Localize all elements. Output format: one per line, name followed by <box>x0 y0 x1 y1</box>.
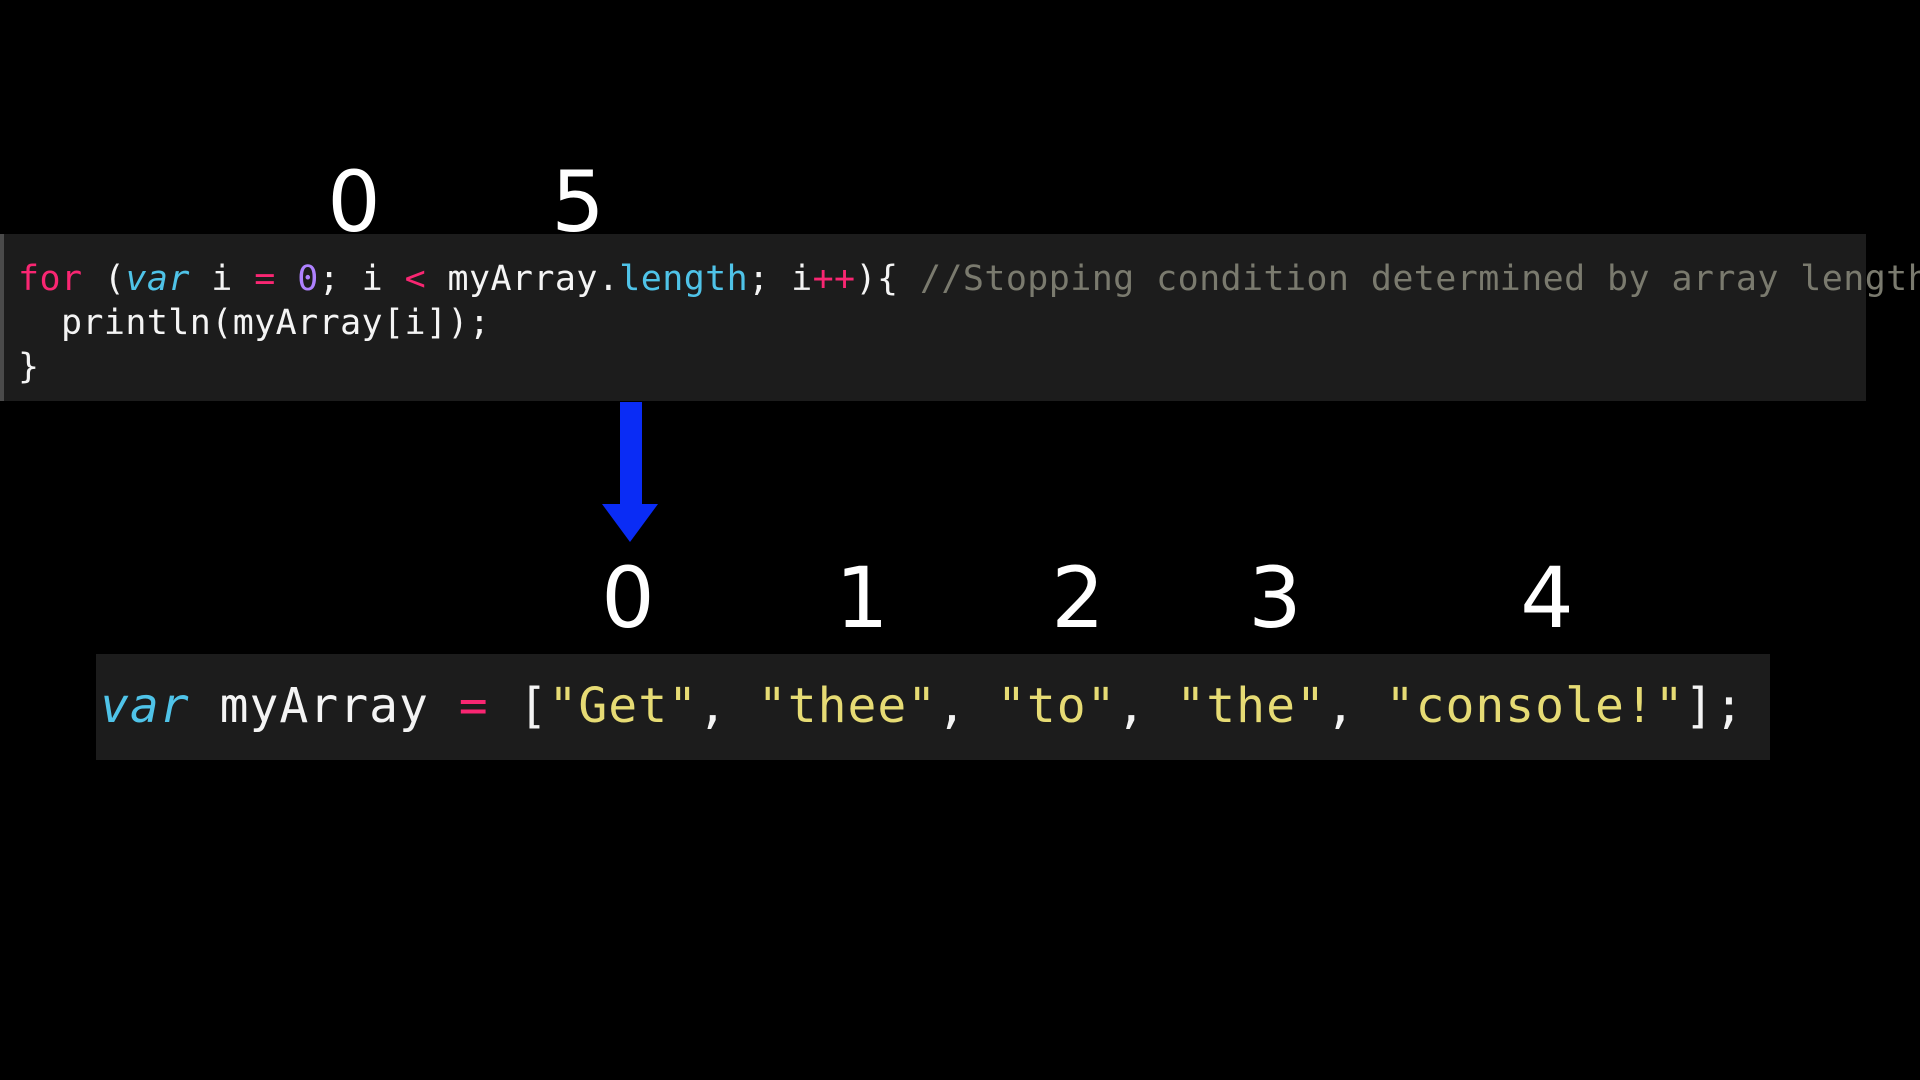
code-line-1: for (var i = 0; i < myArray.length; i++)… <box>18 257 1920 301</box>
array-open-bracket: [ <box>488 678 549 734</box>
less-than-operator: < <box>404 259 427 299</box>
array-name: myArray <box>189 678 459 734</box>
array-item-3: "the" <box>1176 678 1326 734</box>
length-property: length <box>619 259 749 299</box>
for-loop-code-block: for (var i = 0; i < myArray.length; i++)… <box>0 234 1920 401</box>
assign-operator: = <box>254 259 276 299</box>
array-declaration-code-block: var myArray = ["Get", "thee", "to", "the… <box>96 654 1770 760</box>
loop-start-label: 0 <box>327 153 381 251</box>
array-item-4: "console!" <box>1385 678 1685 734</box>
initial-value: 0 <box>297 259 319 299</box>
array-item-1: "thee" <box>757 678 938 734</box>
code-line-2: println(myArray[i]); <box>18 303 491 343</box>
separator: , <box>1116 678 1177 734</box>
paren-open: ( <box>82 259 126 299</box>
array-item-0: "Get" <box>548 678 698 734</box>
index-label-2: 2 <box>1051 549 1105 647</box>
separator: , <box>698 678 758 734</box>
index-label-3: 3 <box>1248 549 1302 647</box>
keyword-var: var <box>125 259 190 299</box>
loop-open-brace: ){ <box>855 259 920 299</box>
separator: , <box>937 678 997 734</box>
keyword-var: var <box>100 678 190 734</box>
condition-part-b: myArray. <box>426 259 620 299</box>
index-label-4: 4 <box>1520 549 1574 647</box>
index-label-0: 0 <box>601 549 655 647</box>
separator: , <box>1325 678 1386 734</box>
condition-part-c: ; i <box>748 259 813 299</box>
code-line-3: } <box>18 347 40 387</box>
increment-operator: ++ <box>812 259 856 299</box>
array-close-bracket: ]; <box>1684 678 1745 734</box>
condition-part-a: ; i <box>318 259 405 299</box>
assign-operator: = <box>458 678 489 734</box>
array-item-2: "to" <box>996 678 1117 734</box>
array-declaration-line: var myArray = ["Get", "thee", "to", "the… <box>100 676 1744 736</box>
keyword-for: for <box>18 259 83 299</box>
code-comment: //Stopping condition determined by array… <box>919 259 1920 299</box>
down-arrow-icon <box>602 402 658 542</box>
index-label-1: 1 <box>835 549 889 647</box>
loop-var-i: i <box>189 259 255 299</box>
loop-end-label: 5 <box>551 153 605 251</box>
